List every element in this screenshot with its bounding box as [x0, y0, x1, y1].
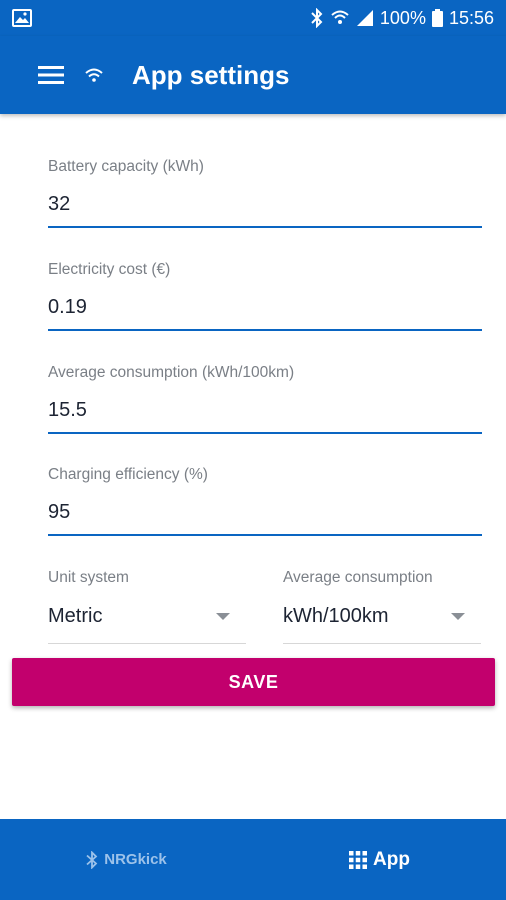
unit-system-select[interactable]: Metric: [48, 601, 246, 631]
charging-efficiency-label: Charging efficiency (%): [48, 466, 208, 483]
menu-button[interactable]: [26, 50, 76, 100]
settings-form: Battery capacity (kWh) Electricity cost …: [0, 114, 506, 819]
battery-capacity-label: Battery capacity (kWh): [48, 158, 204, 175]
consumption-unit-select[interactable]: kWh/100km: [283, 601, 481, 631]
consumption-unit-value: kWh/100km: [283, 604, 389, 627]
average-consumption-label: Average consumption (kWh/100km): [48, 364, 295, 381]
cell-signal-icon: [356, 9, 374, 27]
unit-system-value: Metric: [48, 604, 103, 627]
electricity-cost-underline: [48, 329, 482, 331]
bluetooth-icon: [310, 8, 324, 28]
dropdown-arrow-icon: [216, 612, 230, 620]
hamburger-icon: [38, 65, 64, 85]
bluetooth-icon: [86, 850, 98, 869]
battery-capacity-underline: [48, 226, 482, 228]
consumption-unit-underline: [283, 643, 481, 644]
consumption-unit-label: Average consumption: [283, 569, 433, 586]
unit-system-underline: [48, 643, 246, 644]
status-left: [12, 9, 310, 27]
average-consumption-input[interactable]: [48, 396, 482, 424]
bottom-nav: NRGkick App: [0, 819, 506, 900]
status-bar: 100% 15:56: [0, 0, 506, 36]
unit-system-dropdown: Unit system Metric: [48, 569, 246, 644]
electricity-cost-field: Electricity cost (€): [48, 261, 482, 331]
status-right: 100% 15:56: [310, 8, 494, 29]
image-notification-icon: [12, 9, 32, 27]
nav-label-nrgkick: NRGkick: [104, 851, 167, 868]
charging-efficiency-underline: [48, 534, 482, 536]
charging-efficiency-field: Charging efficiency (%): [48, 466, 482, 536]
consumption-unit-dropdown: Average consumption kWh/100km: [283, 569, 481, 644]
app-bar: App settings: [0, 36, 506, 114]
battery-capacity-input[interactable]: [48, 190, 482, 218]
battery-percent: 100%: [379, 7, 426, 28]
nav-label-app: App: [373, 848, 410, 870]
average-consumption-underline: [48, 432, 482, 434]
grid-icon: [349, 850, 368, 869]
save-button[interactable]: SAVE: [12, 658, 495, 706]
electricity-cost-label: Electricity cost (€): [48, 261, 171, 278]
page-title: App settings: [132, 59, 290, 90]
unit-system-label: Unit system: [48, 569, 129, 586]
dropdown-arrow-icon: [451, 612, 465, 620]
battery-icon: [431, 9, 443, 27]
battery-capacity-field: Battery capacity (kWh): [48, 158, 482, 228]
average-consumption-field: Average consumption (kWh/100km): [48, 364, 482, 434]
nav-item-app[interactable]: App: [253, 819, 506, 900]
wifi-icon: [84, 67, 104, 83]
wifi-signal-icon: [330, 9, 350, 27]
charging-efficiency-input[interactable]: [48, 498, 482, 526]
electricity-cost-input[interactable]: [48, 293, 482, 321]
nav-item-nrgkick[interactable]: NRGkick: [0, 819, 253, 900]
clock: 15:56: [448, 7, 494, 28]
